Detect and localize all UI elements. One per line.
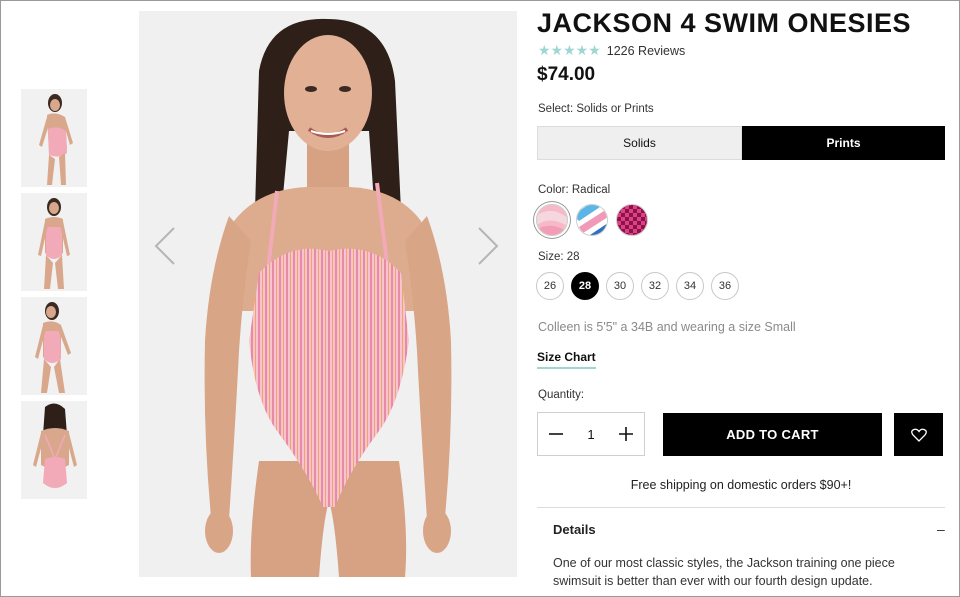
add-to-cart-button[interactable]: ADD TO CART <box>663 413 882 456</box>
chevron-right-icon[interactable] <box>475 226 501 266</box>
model-photo <box>139 11 517 577</box>
swatch-radical[interactable] <box>536 204 568 236</box>
details-heading[interactable]: Details <box>553 522 596 537</box>
size-chart-link[interactable]: Size Chart <box>537 350 596 369</box>
product-rating[interactable]: ★★★★★ 1226 Reviews <box>538 42 685 59</box>
select-type-label: Select: Solids or Prints <box>538 103 654 115</box>
thumbnail-image <box>21 89 87 187</box>
plus-icon[interactable] <box>616 424 636 444</box>
solids-prints-toggle: Solids Prints <box>537 126 945 160</box>
thumbnail-gallery <box>21 89 87 505</box>
size-option[interactable]: 34 <box>676 272 704 300</box>
size-option-selected[interactable]: 28 <box>571 272 599 300</box>
size-label: Size: 28 <box>538 251 580 263</box>
shipping-note: Free shipping on domestic orders $90+! <box>630 478 852 492</box>
swatch-checker[interactable] <box>616 204 648 236</box>
thumbnail-front[interactable] <box>21 193 87 291</box>
swatch-stripe[interactable] <box>576 204 608 236</box>
thumbnail-back-side[interactable] <box>21 89 87 187</box>
quantity-input[interactable] <box>576 426 606 442</box>
divider <box>537 507 945 508</box>
quantity-stepper <box>537 412 645 456</box>
quantity-label: Quantity: <box>538 389 585 401</box>
review-count[interactable]: 1226 Reviews <box>607 44 686 58</box>
color-swatches <box>536 204 648 236</box>
chevron-left-icon[interactable] <box>152 226 178 266</box>
product-title: JACKSON 4 SWIM ONESIES <box>537 8 912 38</box>
thumbnail-image <box>21 297 87 395</box>
model-size-note: Colleen is 5'5" a 34B and wearing a size… <box>538 320 796 334</box>
product-main-image <box>139 11 517 577</box>
product-price: $74.00 <box>537 64 596 85</box>
prints-button[interactable]: Prints <box>742 126 945 160</box>
size-option[interactable]: 26 <box>536 272 564 300</box>
thumbnail-image <box>21 401 87 499</box>
details-text: One of our most classic styles, the Jack… <box>553 556 895 588</box>
size-option[interactable]: 32 <box>641 272 669 300</box>
thumbnail-back[interactable] <box>21 401 87 499</box>
heart-icon[interactable] <box>894 413 943 456</box>
star-rating-icon: ★★★★★ <box>538 42 601 58</box>
color-label: Color: Radical <box>538 184 611 196</box>
solids-button[interactable]: Solids <box>537 126 742 160</box>
thumbnail-image <box>21 193 87 291</box>
size-options: 26 28 30 32 34 36 <box>536 272 739 300</box>
minus-icon[interactable] <box>546 424 566 444</box>
size-option[interactable]: 36 <box>711 272 739 300</box>
collapse-icon[interactable]: – <box>937 521 945 537</box>
thumbnail-side[interactable] <box>21 297 87 395</box>
size-option[interactable]: 30 <box>606 272 634 300</box>
